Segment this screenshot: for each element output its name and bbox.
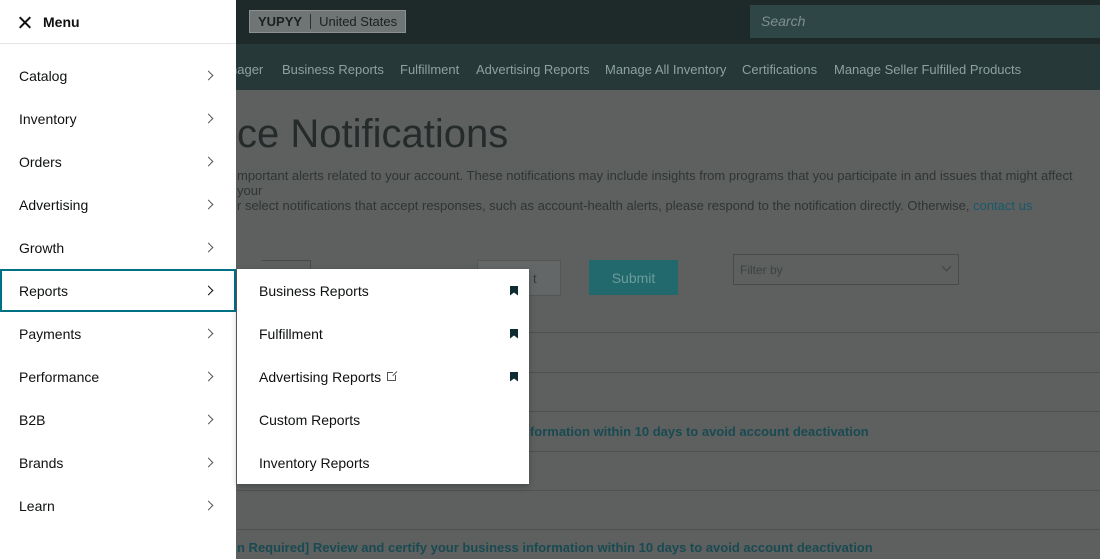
filter-placeholder: Filter by bbox=[740, 263, 783, 277]
menu-item-label: B2B bbox=[19, 411, 46, 428]
menu-item-brands[interactable]: Brands bbox=[0, 441, 236, 484]
chevron-right-icon bbox=[203, 500, 214, 511]
menu-item-advertising[interactable]: Advertising bbox=[0, 183, 236, 226]
menu-item-label: Reports bbox=[19, 282, 69, 299]
chevron-right-icon bbox=[203, 371, 214, 382]
submenu-item-inventory-reports[interactable]: Inventory Reports bbox=[237, 441, 529, 484]
page-title: ce Notifications bbox=[237, 112, 509, 156]
menu-item-label: Performance bbox=[19, 368, 100, 385]
store-switcher[interactable]: YUPYY United States bbox=[249, 10, 407, 33]
menu-item-orders[interactable]: Orders bbox=[0, 140, 236, 183]
chevron-right-icon bbox=[203, 457, 214, 468]
menu-item-label: Payments bbox=[19, 325, 82, 342]
close-icon[interactable] bbox=[19, 16, 31, 28]
chevron-right-icon bbox=[203, 328, 214, 339]
menu-title: Menu bbox=[43, 13, 80, 30]
bookmark-icon[interactable] bbox=[510, 328, 518, 339]
bookmark-icon[interactable] bbox=[510, 285, 518, 296]
bookmark-icon[interactable] bbox=[510, 371, 518, 382]
submenu-item-fulfillment[interactable]: Fulfillment bbox=[237, 312, 529, 355]
nav-item-manage-all-inventory[interactable]: Manage All Inventory bbox=[605, 62, 726, 77]
nav-item-advertising-reports[interactable]: Advertising Reports bbox=[476, 62, 589, 77]
menu-item-inventory[interactable]: Inventory bbox=[0, 97, 236, 140]
menu-header: Menu bbox=[0, 0, 236, 44]
chevron-down-icon bbox=[941, 261, 952, 272]
chevron-right-icon bbox=[203, 199, 214, 210]
menu-item-b2b[interactable]: B2B bbox=[0, 398, 236, 441]
store-name: YUPYY bbox=[258, 14, 303, 29]
menu-item-label: Growth bbox=[19, 239, 65, 256]
nav-item-fulfillment[interactable]: Fulfillment bbox=[400, 62, 459, 77]
submenu-item-label: Custom Reports bbox=[259, 411, 361, 428]
menu-item-label: Brands bbox=[19, 454, 64, 471]
menu-item-reports[interactable]: Reports bbox=[0, 269, 236, 312]
submenu-item-label: Advertising Reports bbox=[259, 368, 382, 385]
submenu-item-label: Fulfillment bbox=[259, 325, 323, 342]
description-line-2: r select notifications that accept respo… bbox=[237, 198, 1033, 213]
menu-item-label: Advertising bbox=[19, 196, 89, 213]
submenu-item-advertising-reports[interactable]: Advertising Reports bbox=[237, 355, 529, 398]
store-region: United States bbox=[319, 14, 398, 29]
page-description: mportant alerts related to your account.… bbox=[237, 168, 1099, 213]
menu-item-learn[interactable]: Learn bbox=[0, 484, 236, 527]
divider bbox=[237, 490, 1100, 491]
chevron-right-icon bbox=[203, 285, 214, 296]
menu-item-growth[interactable]: Growth bbox=[0, 226, 236, 269]
submenu-item-label: Business Reports bbox=[259, 282, 369, 299]
nav-item-business-reports[interactable]: Business Reports bbox=[282, 62, 384, 77]
reports-submenu: Business Reports Fulfillment Advertising… bbox=[237, 269, 529, 484]
external-link-icon bbox=[387, 370, 399, 381]
side-menu: Menu Catalog Inventory Orders Advertisin… bbox=[0, 0, 236, 559]
menu-item-catalog[interactable]: Catalog bbox=[0, 54, 236, 97]
contact-us-link[interactable]: contact us bbox=[973, 198, 1032, 213]
menu-item-label: Catalog bbox=[19, 67, 68, 84]
chevron-right-icon bbox=[203, 242, 214, 253]
notification-title[interactable]: nformation within 10 days to avoid accou… bbox=[522, 424, 869, 439]
menu-item-label: Orders bbox=[19, 153, 62, 170]
nav-item-manage-seller-fulfilled-products[interactable]: Manage Seller Fulfilled Products bbox=[834, 62, 1021, 77]
notification-title[interactable]: n Required] Review and certify your busi… bbox=[237, 540, 873, 555]
divider bbox=[237, 529, 1100, 530]
chevron-right-icon bbox=[203, 70, 214, 81]
chevron-right-icon bbox=[203, 113, 214, 124]
submenu-item-business-reports[interactable]: Business Reports bbox=[237, 269, 529, 312]
chevron-right-icon bbox=[203, 156, 214, 167]
menu-item-label: Inventory bbox=[19, 110, 77, 127]
menu-item-performance[interactable]: Performance bbox=[0, 355, 236, 398]
description-line-1: mportant alerts related to your account.… bbox=[237, 168, 1073, 198]
submenu-item-custom-reports[interactable]: Custom Reports bbox=[237, 398, 529, 441]
store-divider bbox=[310, 14, 312, 29]
filter-dropdown[interactable]: Filter by bbox=[733, 254, 959, 285]
submenu-item-label: Inventory Reports bbox=[259, 454, 370, 471]
nav-item-certifications[interactable]: Certifications bbox=[742, 62, 817, 77]
menu-item-label: Learn bbox=[19, 497, 55, 514]
submit-button[interactable]: Submit bbox=[589, 260, 678, 295]
chevron-right-icon bbox=[203, 414, 214, 425]
menu-item-payments[interactable]: Payments bbox=[0, 312, 236, 355]
search-input[interactable]: Search bbox=[750, 5, 1100, 38]
